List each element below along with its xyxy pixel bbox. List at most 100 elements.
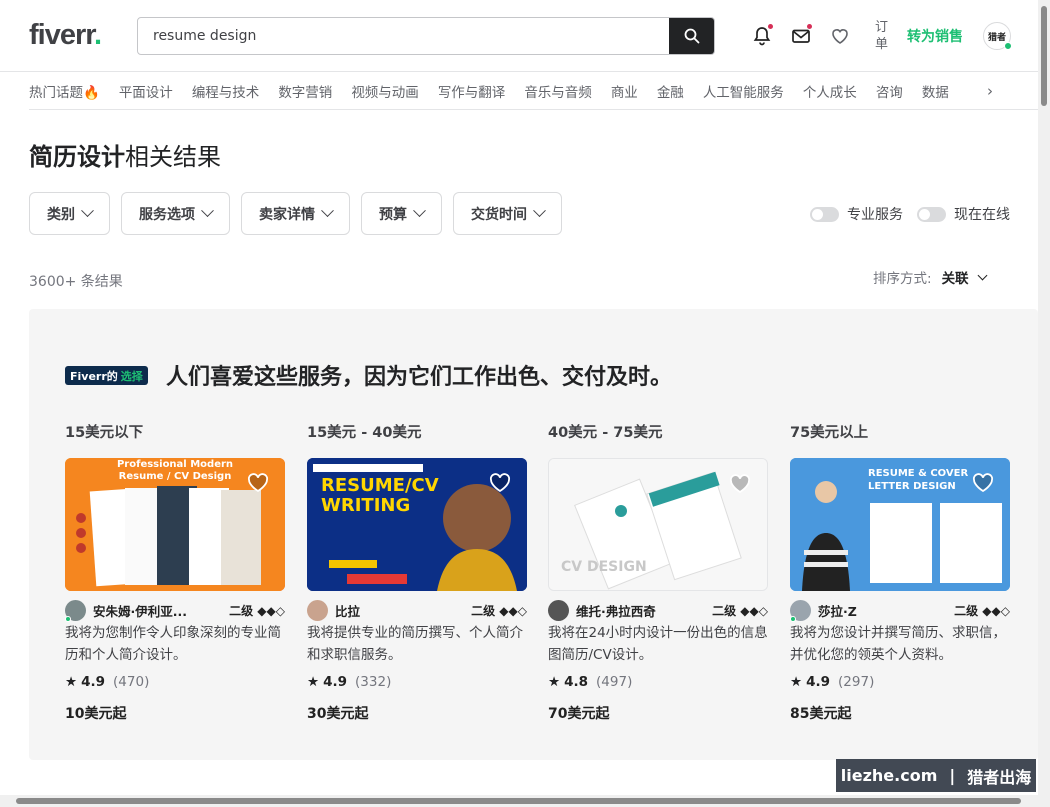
filter-seller-details[interactable]: 卖家详情 [241,192,350,235]
avatar-text: 猎者 [987,32,1006,43]
search-button[interactable] [669,18,714,54]
sort-value: 关联 [941,271,969,287]
filter-budget[interactable]: 预算 [361,192,442,235]
category-item[interactable]: 商业 [611,81,638,101]
gig-price: 30美元起 [307,706,369,722]
watermark-logo: liezhe.com | 猎者出海 [836,759,1036,792]
gig-description[interactable]: 我将在24小时内设计一份出色的信息图简历/CV设计。 [548,622,768,666]
messages-button[interactable] [791,24,812,46]
heart-icon [832,29,848,44]
seller-info[interactable]: 莎拉·Z 二级 ◆◆◇ [790,600,1010,622]
seller-info[interactable]: 安朱姆·伊利亚... 二级 ◆◆◇ [65,600,285,622]
heart-icon[interactable] [247,473,269,493]
gig-thumbnail[interactable]: Professional Modern Resume / CV Design [65,458,285,591]
category-item[interactable]: 咨询 [876,81,903,101]
online-now-label: 现在在线 [954,207,1010,223]
sort-label: 排序方式: [873,271,932,287]
category-item[interactable]: 数据 [922,81,949,101]
heart-icon[interactable] [489,473,511,493]
user-avatar[interactable]: 猎者 [983,22,1012,50]
gig-thumbnail[interactable]: RESUME/CV WRITING [307,458,527,591]
category-item[interactable]: 编程与技术 [192,81,260,101]
chevron-down-icon [321,204,334,218]
online-indicator [1004,42,1012,50]
filter-bar: 类别 服务选项 卖家详情 预算 交货时间 [29,192,562,235]
price-range-label: 15美元以下 [65,425,144,441]
seller-name: 维托·弗拉西奇 [576,604,656,619]
gig-rating: ★ 4.9 (297) [790,674,875,690]
gig-card[interactable]: 75美元以上 RESUME & COVER LETTER DESIGN 莎拉·Z… [790,421,1010,722]
gig-price: 85美元起 [790,706,852,722]
horizontal-scrollbar[interactable] [0,795,1038,807]
message-dot [807,24,812,29]
results-count: 3600+ 条结果 [29,274,123,290]
fiverr-choice-panel: Fiverr的 选择 人们喜爱这些服务，因为它们工作出色、交付及时。 15美元以下… [29,309,1038,760]
seller-level: 二级 ◆◆◇ [229,604,285,618]
thumbnail-caption: RESUME & COVER LETTER DESIGN [868,468,969,492]
chevron-down-icon [201,204,214,218]
thumbnail-caption: RESUME/CV WRITING [321,475,439,516]
category-item[interactable]: 视频与动画 [351,81,419,101]
price-range-label: 40美元 - 75美元 [548,425,663,441]
category-item[interactable]: 写作与翻译 [438,81,506,101]
category-item[interactable]: 个人成长 [803,81,857,101]
bell-icon [753,27,771,46]
orders-link[interactable]: 订单 [875,19,889,53]
thumbnail-caption: Professional Modern Resume / CV Design [116,459,234,482]
online-now-toggle[interactable] [917,206,946,222]
notifications-button[interactable] [752,24,773,46]
category-item[interactable]: 音乐与音频 [524,81,592,101]
pro-services-toggle[interactable] [810,206,839,222]
seller-avatar [548,600,569,621]
favorites-button[interactable] [830,26,850,46]
fiverr-choice-badge: Fiverr的 选择 [65,366,148,385]
heart-icon[interactable] [729,474,751,494]
gig-thumbnail[interactable]: RESUME & COVER LETTER DESIGN [790,458,1010,591]
seller-info[interactable]: 维托·弗拉西奇 二级 ◆◆◇ [548,600,768,621]
seller-name: 莎拉·Z [818,604,857,619]
seller-avatar [790,600,811,622]
seller-info[interactable]: 比拉 二级 ◆◆◇ [307,600,527,621]
chevron-down-icon [533,204,546,218]
vertical-scrollbar[interactable] [1038,0,1050,807]
search-bar [137,17,715,55]
gig-card[interactable]: 15美元 - 40美元 RESUME/CV WRITING 比拉 二级 ◆◆◇ 我… [307,421,527,722]
gig-description[interactable]: 我将为您制作令人印象深刻的专业简历和个人简介设计。 [65,622,285,666]
gig-thumbnail[interactable]: CV DESIGN [548,458,768,591]
chevron-right-icon[interactable]: › [987,82,993,100]
filter-category[interactable]: 类别 [29,192,110,235]
category-nav: 热门话题🔥 平面设计 编程与技术 数字营销 视频与动画 写作与翻译 音乐与音频 … [29,72,1038,110]
gig-description[interactable]: 我将提供专业的简历撰写、个人简介和求职信服务。 [307,622,527,666]
gig-price: 10美元起 [65,706,127,722]
scrollbar-thumb[interactable] [16,798,1021,804]
category-item[interactable]: 平面设计 [119,81,173,101]
seller-level: 二级 ◆◆◇ [954,604,1010,618]
star-icon: ★ [790,674,803,690]
search-icon [684,28,699,44]
filter-service-options[interactable]: 服务选项 [121,192,230,235]
heart-icon[interactable] [972,473,994,493]
filter-delivery-time[interactable]: 交货时间 [453,192,562,235]
fiverr-logo[interactable]: fiverr. [29,19,102,52]
page: fiverr. 订单 转为销售 猎者 热门话题🔥 平面设计 编程与技术 数字营销… [0,0,1050,807]
panel-title: 人们喜爱这些服务，因为它们工作出色、交付及时。 [166,365,673,390]
gig-card[interactable]: 15美元以下 Professional Modern Resume / CV D… [65,421,285,722]
category-item[interactable]: 热门话题🔥 [29,81,100,101]
gig-card[interactable]: 40美元 - 75美元 CV DESIGN 维托·弗拉西奇 二级 ◆◆◇ 我将在2… [548,421,768,722]
chevron-down-icon [977,270,988,281]
sort-dropdown[interactable]: 排序方式: 关联 [873,267,988,287]
gig-rating: ★ 4.9 (332) [307,674,392,690]
mail-icon [792,29,810,43]
scrollbar-thumb[interactable] [1041,6,1047,106]
seller-name: 比拉 [335,604,361,619]
category-item[interactable]: 数字营销 [278,81,332,101]
become-seller-link[interactable]: 转为销售 [907,26,963,46]
gig-rating: ★ 4.9 (470) [65,674,150,690]
price-range-label: 75美元以上 [790,425,869,441]
search-input[interactable] [138,18,669,54]
gig-description[interactable]: 我将为您设计并撰写简历、求职信，并优化您的领英个人资料。 [790,622,1010,666]
category-item[interactable]: 金融 [657,81,684,101]
category-item[interactable]: 人工智能服务 [703,81,784,101]
price-range-label: 15美元 - 40美元 [307,425,422,441]
seller-avatar [65,600,86,622]
